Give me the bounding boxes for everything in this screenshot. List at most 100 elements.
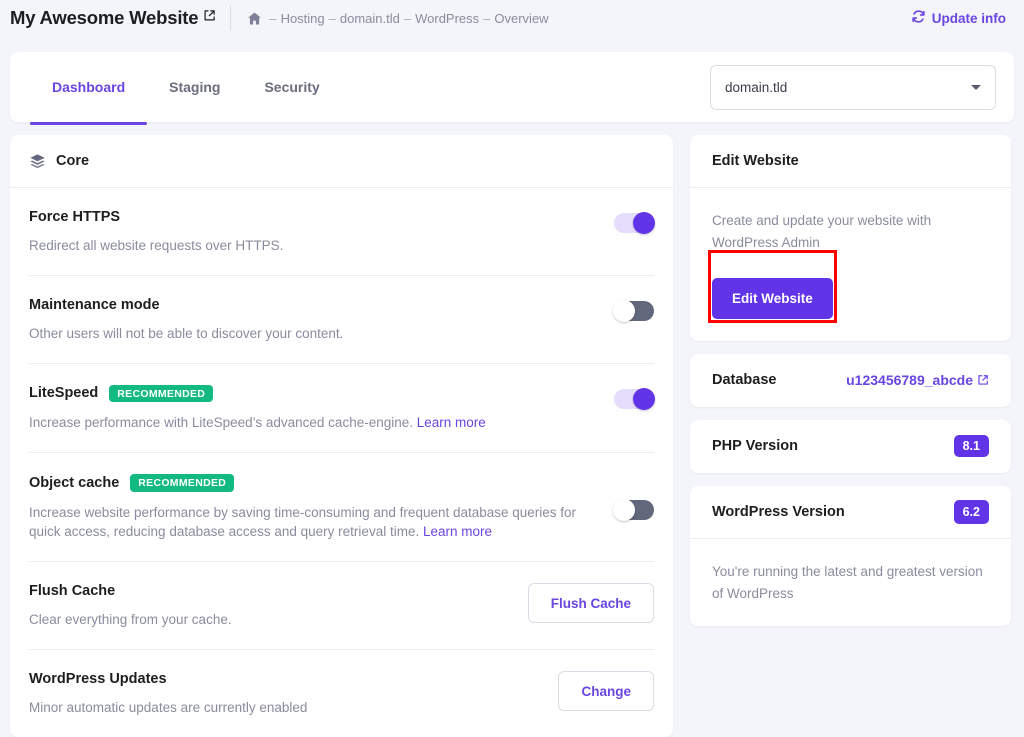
php-version-card: PHP Version 8.1 — [690, 419, 1011, 473]
badge-recommended: RECOMMENDED — [130, 474, 235, 492]
change-updates-button[interactable]: Change — [558, 671, 654, 712]
row-litespeed-title: LiteSpeed RECOMMENDED — [29, 384, 598, 403]
layers-stack-icon — [29, 153, 46, 170]
row-maintenance-mode-control — [613, 297, 654, 322]
page-title: My Awesome Website — [10, 7, 199, 28]
database-label: Database — [712, 372, 777, 389]
database-card: Database u123456789_abcde — [690, 353, 1011, 407]
row-maintenance-mode-body: Maintenance mode Other users will not be… — [29, 297, 614, 344]
row-object-cache-control — [613, 474, 654, 522]
breadcrumb-item-domain[interactable]: domain.tld — [340, 11, 400, 26]
tab-dashboard[interactable]: Dashboard — [30, 52, 148, 125]
home-icon[interactable] — [247, 11, 262, 26]
wordpress-version-label: WordPress Version — [712, 503, 845, 520]
core-rows: Force HTTPS Redirect all website request… — [10, 188, 673, 737]
edit-website-button[interactable]: Edit Website — [712, 277, 833, 319]
tab-staging-label: Staging — [169, 79, 221, 95]
toggle-object-cache[interactable] — [613, 499, 654, 522]
edit-website-card-title: Edit Website — [712, 153, 799, 169]
row-litespeed-control — [614, 385, 655, 410]
row-force-https-body: Force HTTPS Redirect all website request… — [29, 209, 614, 256]
php-version-badge: 8.1 — [953, 434, 989, 458]
wordpress-version-badge: 6.2 — [953, 499, 989, 524]
breadcrumb-item-hosting[interactable]: Hosting — [281, 11, 325, 26]
row-wordpress-updates-body: WordPress Updates Minor automatic update… — [29, 671, 558, 718]
wordpress-version-card: WordPress Version 6.2 You're running the… — [690, 485, 1011, 627]
external-link-icon[interactable] — [203, 9, 216, 27]
row-litespeed-desc-text: Increase performance with LiteSpeed’s ad… — [29, 415, 417, 431]
wordpress-version-desc: You're running the latest and greatest v… — [712, 563, 983, 601]
litespeed-learn-more-link[interactable]: Learn more — [417, 415, 486, 430]
php-version-value-group: 8.1 — [953, 434, 989, 458]
row-force-https-label: Force HTTPS — [29, 209, 121, 225]
row-wordpress-updates-label: WordPress Updates — [29, 671, 167, 688]
row-force-https: Force HTTPS Redirect all website request… — [29, 188, 655, 276]
edit-website-desc: Create and update your website with Word… — [712, 213, 932, 250]
toggle-knob — [633, 212, 655, 234]
object-cache-learn-more-link[interactable]: Learn more — [423, 524, 492, 539]
tab-staging[interactable]: Staging — [147, 52, 242, 122]
row-object-cache: Object cache RECOMMENDED Increase websit… — [29, 453, 654, 563]
top-bar: My Awesome Website – Hosting – domain.tl… — [0, 0, 1024, 36]
toggle-force-https[interactable] — [614, 212, 655, 234]
database-row: Database u123456789_abcde — [690, 354, 1011, 407]
wordpress-version-card-body: You're running the latest and greatest v… — [690, 539, 1011, 627]
row-object-cache-title: Object cache RECOMMENDED — [29, 474, 598, 492]
database-link[interactable]: u123456789_abcde — [846, 372, 989, 388]
breadcrumb: – Hosting – domain.tld – WordPress – Ove… — [247, 10, 549, 26]
main-content: Core Force HTTPS Redirect all website re… — [0, 135, 1024, 737]
edit-website-card-header: Edit Website — [690, 135, 1011, 188]
core-card: Core Force HTTPS Redirect all website re… — [10, 135, 673, 737]
row-maintenance-mode-title: Maintenance mode — [29, 297, 598, 313]
tab-security[interactable]: Security — [242, 52, 341, 122]
wordpress-version-value-group: 6.2 — [953, 499, 989, 524]
breadcrumb-item-wordpress[interactable]: WordPress — [415, 11, 479, 26]
breadcrumb-sep-2: – — [403, 10, 412, 26]
row-flush-cache-label: Flush Cache — [29, 583, 116, 600]
row-flush-cache-desc: Clear everything from your cache. — [29, 612, 232, 628]
database-value-group: u123456789_abcde — [846, 372, 989, 388]
breadcrumb-item-overview[interactable]: Overview — [494, 11, 548, 26]
row-flush-cache-body: Flush Cache Clear everything from your c… — [29, 583, 528, 630]
core-card-header: Core — [10, 135, 673, 188]
row-litespeed: LiteSpeed RECOMMENDED Increase performan… — [29, 364, 655, 454]
right-column: Edit Website Create and update your webs… — [690, 135, 1011, 639]
row-object-cache-desc: Increase website performance by saving t… — [29, 503, 598, 543]
wordpress-version-card-header: WordPress Version 6.2 — [690, 486, 1011, 539]
edit-website-card: Edit Website Create and update your webs… — [690, 135, 1011, 341]
php-version-label: PHP Version — [712, 438, 798, 455]
row-flush-cache-title: Flush Cache — [29, 583, 512, 599]
row-maintenance-mode-desc: Other users will not be able to discover… — [29, 325, 344, 341]
domain-select-value: domain.tld — [725, 79, 788, 95]
toggle-maintenance-mode[interactable] — [613, 299, 654, 322]
row-force-https-title: Force HTTPS — [29, 209, 598, 225]
toggle-litespeed[interactable] — [614, 387, 655, 410]
domain-select[interactable]: domain.tld — [710, 64, 996, 110]
update-info-label: Update info — [931, 10, 1006, 26]
row-force-https-desc: Redirect all website requests over HTTPS… — [29, 238, 284, 253]
chevron-down-icon — [971, 84, 981, 90]
flush-cache-button[interactable]: Flush Cache — [527, 583, 654, 624]
edit-website-button-wrapper: Edit Website — [708, 249, 837, 323]
row-maintenance-mode: Maintenance mode Other users will not be… — [29, 276, 654, 364]
row-flush-cache-control: Flush Cache — [527, 583, 654, 624]
badge-recommended: RECOMMENDED — [109, 384, 214, 403]
row-litespeed-label: LiteSpeed — [29, 385, 99, 402]
tab-security-label: Security — [264, 79, 320, 95]
refresh-icon — [911, 9, 926, 27]
update-info-button[interactable]: Update info — [911, 9, 1006, 27]
left-column: Core Force HTTPS Redirect all website re… — [10, 135, 673, 737]
toggle-knob — [633, 387, 655, 410]
core-card-title: Core — [56, 153, 90, 169]
row-object-cache-desc-text: Increase website performance by saving t… — [29, 504, 577, 540]
breadcrumb-sep-1: – — [328, 10, 336, 26]
tab-list: Dashboard Staging Security — [10, 52, 342, 125]
site-title-group[interactable]: My Awesome Website — [10, 7, 216, 29]
header-divider — [230, 5, 232, 31]
row-object-cache-label: Object cache — [29, 474, 120, 491]
row-wordpress-updates-desc: Minor automatic updates are currently en… — [29, 700, 308, 716]
php-version-row: PHP Version 8.1 — [690, 420, 1011, 473]
row-litespeed-desc: Increase performance with LiteSpeed’s ad… — [29, 413, 598, 433]
row-maintenance-mode-label: Maintenance mode — [29, 296, 160, 313]
breadcrumb-sep-3: – — [483, 10, 491, 26]
